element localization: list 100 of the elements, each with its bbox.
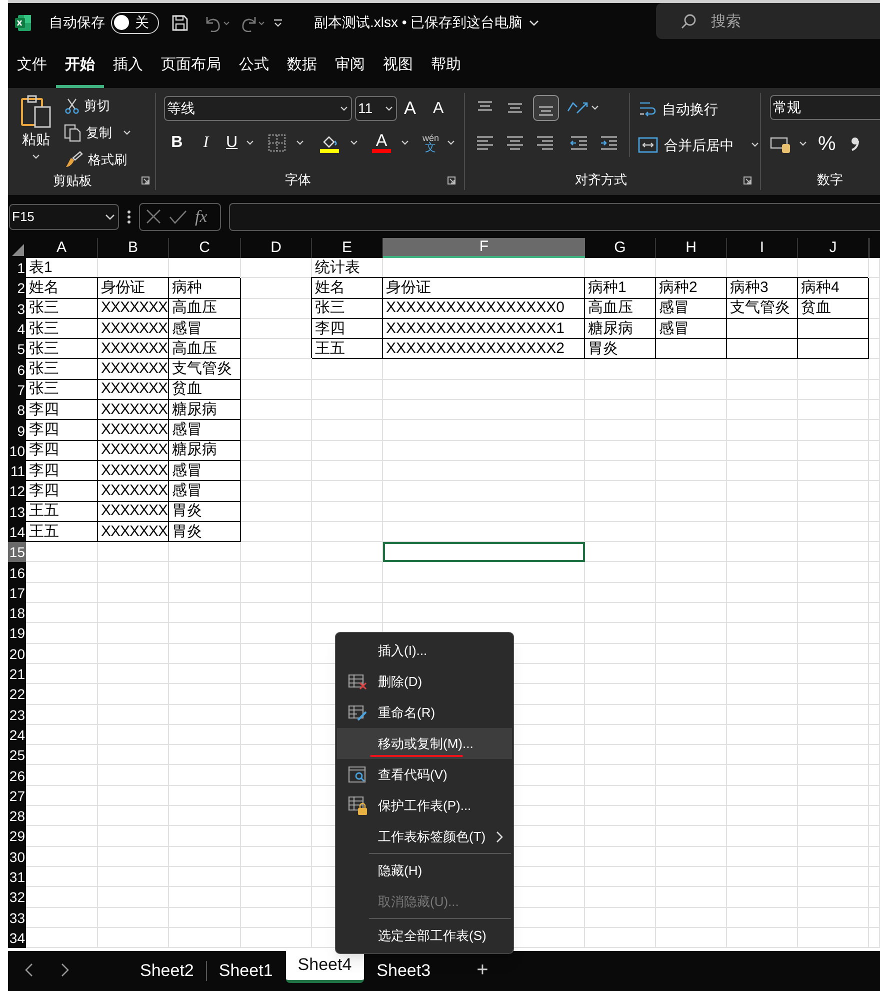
menu-item[interactable]: 工作表标签颜色(T) xyxy=(337,821,512,852)
search-field[interactable]: 搜索 xyxy=(656,3,880,39)
column-header[interactable]: C xyxy=(169,238,241,258)
row-header[interactable]: 3 xyxy=(8,298,26,319)
table-cell[interactable]: 高血压 xyxy=(169,298,241,319)
menu-item[interactable]: 选定全部工作表(S) xyxy=(337,920,512,951)
table-cell[interactable]: XXXXXXX xyxy=(98,400,169,420)
row-header[interactable]: 34 xyxy=(8,928,26,948)
row-header[interactable]: 11 xyxy=(8,460,26,482)
table-cell[interactable]: XXXXXXX xyxy=(98,339,169,360)
save-icon[interactable] xyxy=(171,14,189,32)
autosave-toggle[interactable]: 关 xyxy=(111,12,159,34)
row-header[interactable]: 12 xyxy=(8,481,26,502)
name-box[interactable]: F15 xyxy=(9,204,119,230)
table-cell[interactable]: 感冒 xyxy=(169,481,241,502)
row-header[interactable]: 22 xyxy=(8,684,26,705)
cancel-icon[interactable] xyxy=(146,209,161,224)
ribbon-tab[interactable]: 审阅 xyxy=(326,42,374,88)
table-cell[interactable]: 高血压 xyxy=(169,339,241,360)
ribbon-tab[interactable]: 插入 xyxy=(104,42,152,88)
row-header[interactable]: 8 xyxy=(8,400,26,420)
table-cell[interactable]: 感冒 xyxy=(656,318,727,340)
table-cell[interactable]: 病种3 xyxy=(727,278,798,299)
table-cell[interactable]: XXXXXXXXXXXXXXXXX1 xyxy=(383,318,585,340)
table-cell[interactable]: 张三 xyxy=(26,298,98,319)
row-header[interactable]: 10 xyxy=(8,440,26,461)
insert-function-button[interactable]: fx xyxy=(195,204,208,230)
table-cell[interactable]: XXXXXXX xyxy=(98,359,169,380)
bold-button[interactable]: B xyxy=(164,131,190,155)
sheet-tab[interactable]: Sheet4 xyxy=(286,949,364,983)
row-header[interactable]: 9 xyxy=(8,420,26,441)
next-sheet-icon[interactable] xyxy=(60,963,70,977)
table-cell[interactable]: 李四 xyxy=(26,460,98,482)
table-cell[interactable]: 身份证 xyxy=(383,278,585,299)
table-cell[interactable]: 统计表 xyxy=(312,258,383,278)
font-size-dropdown[interactable]: 11 xyxy=(355,96,397,121)
menu-item[interactable]: 保护工作表(P)... xyxy=(337,790,512,821)
align-bottom-icon[interactable] xyxy=(533,95,559,121)
formula-input[interactable] xyxy=(229,202,880,230)
table-cell[interactable]: 感冒 xyxy=(169,420,241,441)
table-cell[interactable]: 病种 xyxy=(169,278,241,299)
row-header[interactable]: 15 xyxy=(8,542,26,562)
row-header[interactable]: 13 xyxy=(8,502,26,522)
row-header[interactable]: 25 xyxy=(8,745,26,766)
ribbon-tab[interactable]: 页面布局 xyxy=(152,42,230,88)
row-header[interactable]: 14 xyxy=(8,522,26,542)
row-header[interactable]: 31 xyxy=(8,866,26,888)
column-header[interactable]: G xyxy=(585,238,656,258)
table-cell[interactable]: 张三 xyxy=(26,380,98,400)
customize-toolbar-icon[interactable] xyxy=(272,16,284,28)
row-header[interactable]: 19 xyxy=(8,623,26,644)
table-cell[interactable]: XXXXXXX xyxy=(98,481,169,502)
underline-button[interactable]: U xyxy=(222,131,242,155)
dialog-launcher-icon[interactable] xyxy=(743,176,752,184)
font-color-button[interactable]: A xyxy=(372,133,392,153)
table-cell[interactable]: 贫血 xyxy=(169,380,241,400)
row-header[interactable]: 1 xyxy=(8,258,26,278)
row-header[interactable]: 6 xyxy=(8,359,26,380)
select-all-icon[interactable] xyxy=(12,244,24,256)
table-cell[interactable]: 李四 xyxy=(26,400,98,420)
column-header[interactable]: F xyxy=(383,238,585,258)
table-cell[interactable]: 姓名 xyxy=(26,278,98,299)
table-cell[interactable]: 张三 xyxy=(26,359,98,380)
ribbon-tab[interactable]: 数据 xyxy=(278,42,326,88)
checkmark-icon[interactable] xyxy=(169,210,187,224)
copy-button[interactable]: 复制 xyxy=(64,122,132,144)
font-name-dropdown[interactable]: 等线 xyxy=(164,96,352,121)
menu-item[interactable]: 移动或复制(M)... xyxy=(337,728,512,759)
phonetic-guide-button[interactable]: wén 文 xyxy=(422,133,439,153)
paste-button[interactable]: 粘贴 xyxy=(8,93,64,171)
borders-icon[interactable] xyxy=(268,134,286,152)
column-header[interactable]: D xyxy=(241,238,312,258)
column-header[interactable]: B xyxy=(98,238,169,258)
select-all-corner[interactable] xyxy=(8,238,26,258)
table-cell[interactable]: XXXXXXXXXXXXXXXXX2 xyxy=(383,339,585,360)
table-cell[interactable]: 王五 xyxy=(312,339,383,360)
more-options-icon[interactable] xyxy=(127,210,131,224)
table-cell[interactable]: XXXXXXX xyxy=(98,420,169,441)
row-header[interactable]: 32 xyxy=(8,887,26,908)
row-header[interactable]: 16 xyxy=(8,562,26,583)
table-cell[interactable]: 胃炎 xyxy=(169,502,241,522)
row-header[interactable]: 23 xyxy=(8,704,26,725)
table-cell[interactable]: 感冒 xyxy=(169,460,241,482)
table-cell[interactable]: 病种4 xyxy=(798,278,869,299)
table-cell[interactable]: XXXXXXX xyxy=(98,298,169,319)
merge-center-button[interactable]: 合并后居中 xyxy=(638,133,760,157)
row-header[interactable]: 27 xyxy=(8,786,26,806)
table-cell[interactable]: 王五 xyxy=(26,502,98,522)
shrink-font-button[interactable]: A xyxy=(433,96,455,120)
column-header[interactable]: A xyxy=(26,238,98,258)
table-cell[interactable]: 糖尿病 xyxy=(169,440,241,461)
ribbon-tab[interactable]: 帮助 xyxy=(422,42,470,88)
menu-item[interactable]: 插入(I)... xyxy=(337,635,512,666)
grow-font-button[interactable]: A xyxy=(404,95,430,122)
ribbon-tab[interactable]: 文件 xyxy=(8,42,56,88)
table-cell[interactable]: 李四 xyxy=(26,420,98,441)
table-cell[interactable]: 高血压 xyxy=(585,298,656,319)
table-cell[interactable]: XXXXXXX xyxy=(98,502,169,522)
table-cell[interactable]: 表1 xyxy=(26,258,98,278)
row-header[interactable]: 4 xyxy=(8,318,26,340)
